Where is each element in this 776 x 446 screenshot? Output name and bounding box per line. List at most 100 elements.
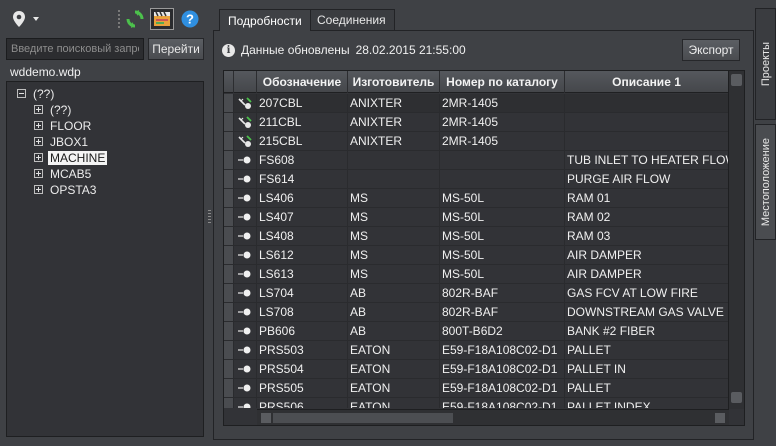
row-select-cell[interactable] bbox=[224, 113, 234, 131]
expand-icon[interactable] bbox=[34, 153, 43, 162]
go-button[interactable]: Перейти bbox=[148, 38, 204, 60]
cell-catalog: MS-50L bbox=[440, 265, 565, 283]
refresh-button[interactable] bbox=[124, 8, 146, 30]
header-select-cell[interactable] bbox=[224, 71, 234, 93]
cell-catalog: E59-F18A108C02-D1 bbox=[440, 360, 565, 378]
cell-tag: 215CBL bbox=[257, 132, 348, 150]
table-row[interactable]: LS708 AB 802R-BAF DOWNSTREAM GAS VALVE bbox=[224, 303, 729, 322]
info-icon: i bbox=[222, 43, 235, 57]
cell-manufacturer: AB bbox=[348, 322, 440, 340]
table-row[interactable]: LS407 MS MS-50L RAM 02 bbox=[224, 208, 729, 227]
left-toolbar: ? bbox=[0, 0, 206, 36]
table-row[interactable]: PRS505 EATON E59-F18A108C02-D1 PALLET bbox=[224, 379, 729, 398]
tree-item[interactable]: MCAB5 bbox=[34, 166, 91, 181]
table-row[interactable]: LS704 AB 802R-BAF GAS FCV AT LOW FIRE bbox=[224, 284, 729, 303]
row-select-cell[interactable] bbox=[224, 227, 234, 245]
column-header-description[interactable]: Описание 1 bbox=[565, 71, 729, 93]
tree-item-selected[interactable]: MACHINE bbox=[34, 150, 108, 165]
device-icon bbox=[234, 341, 257, 359]
expand-icon[interactable] bbox=[34, 169, 43, 178]
pane-splitter[interactable] bbox=[206, 0, 213, 446]
table-row[interactable]: LS612 MS MS-50L AIR DAMPER bbox=[224, 246, 729, 265]
cell-manufacturer: AB bbox=[348, 303, 440, 321]
expand-icon[interactable] bbox=[34, 121, 43, 130]
project-manager-button[interactable] bbox=[150, 8, 174, 30]
expand-icon[interactable] bbox=[34, 105, 43, 114]
tree-item[interactable]: FLOOR bbox=[34, 118, 91, 133]
header-icon-cell bbox=[234, 71, 257, 93]
tab-connections[interactable]: Соединения bbox=[308, 9, 395, 30]
tree-item[interactable]: JBOX1 bbox=[34, 134, 88, 149]
tree-item-label: (??) bbox=[33, 86, 55, 101]
table-row[interactable]: 215CBL ANIXTER 2MR-1405 bbox=[224, 132, 729, 151]
location-tree: (??) (??) FLOOR JBOX1 MACHINE MCAB5 OPST… bbox=[6, 81, 204, 437]
vertical-scrollbar[interactable] bbox=[728, 71, 744, 409]
table-row[interactable]: LS406 MS MS-50L RAM 01 bbox=[224, 189, 729, 208]
cell-description: TUB INLET TO HEATER FLOW bbox=[567, 151, 729, 169]
cell-tag: PRS506 bbox=[257, 398, 348, 408]
cell-description: AIR DAMPER bbox=[565, 246, 729, 264]
expand-icon[interactable] bbox=[34, 185, 43, 194]
column-header-tag[interactable]: Обозначение bbox=[257, 71, 348, 93]
update-status: i Данные обновлены 28.02.2015 21:55:00 bbox=[222, 41, 466, 59]
cell-description: RAM 01 bbox=[565, 189, 729, 207]
row-select-cell[interactable] bbox=[224, 379, 234, 397]
tree-item[interactable]: (??) bbox=[34, 102, 71, 117]
collapse-icon[interactable] bbox=[17, 89, 26, 98]
row-select-cell[interactable] bbox=[224, 341, 234, 359]
table-row[interactable]: 211CBL ANIXTER 2MR-1405 bbox=[224, 113, 729, 132]
horizontal-scrollbar[interactable] bbox=[257, 409, 729, 425]
side-tab-label: Проекты bbox=[759, 41, 772, 87]
cell-manufacturer: MS bbox=[348, 246, 440, 264]
scroll-thumb[interactable] bbox=[731, 74, 742, 86]
location-filter-button[interactable] bbox=[12, 8, 42, 30]
scroll-right-icon[interactable] bbox=[715, 413, 725, 423]
svg-text:?: ? bbox=[186, 12, 194, 27]
cell-tag: 207CBL bbox=[257, 94, 348, 112]
row-select-cell[interactable] bbox=[224, 246, 234, 264]
row-select-cell[interactable] bbox=[224, 265, 234, 283]
row-select-cell[interactable] bbox=[224, 151, 234, 169]
scroll-left-icon[interactable] bbox=[261, 413, 271, 423]
table-row[interactable]: FS614 PURGE AIR FLOW bbox=[224, 170, 729, 189]
table-row[interactable]: PB606 AB 800T-B6D2 BANK #2 FIBER bbox=[224, 322, 729, 341]
row-select-cell[interactable] bbox=[224, 94, 234, 112]
row-select-cell[interactable] bbox=[224, 170, 234, 188]
row-select-cell[interactable] bbox=[224, 284, 234, 302]
side-tab-projects[interactable]: Проекты bbox=[755, 8, 776, 120]
help-button[interactable]: ? bbox=[180, 8, 200, 30]
tree-item[interactable]: (??) bbox=[17, 86, 54, 101]
expand-icon[interactable] bbox=[34, 137, 43, 146]
row-select-cell[interactable] bbox=[224, 322, 234, 340]
table-row[interactable]: LS613 MS MS-50L AIR DAMPER bbox=[224, 265, 729, 284]
row-select-cell[interactable] bbox=[224, 132, 234, 150]
row-select-cell[interactable] bbox=[224, 398, 234, 408]
wire-icon bbox=[234, 132, 257, 150]
scroll-thumb[interactable] bbox=[273, 413, 453, 423]
row-select-cell[interactable] bbox=[224, 360, 234, 378]
search-input[interactable] bbox=[6, 38, 144, 60]
column-header-manufacturer[interactable]: Изготовитель bbox=[348, 71, 440, 93]
table-row[interactable]: PRS506 EATON E59-F18A108C02-D1 PALLET INDEX bbox=[224, 398, 729, 408]
row-select-cell[interactable] bbox=[224, 189, 234, 207]
table-row[interactable]: PRS503 EATON E59-F18A108C02-D1 PALLET bbox=[224, 341, 729, 360]
export-button[interactable]: Экспорт bbox=[682, 39, 740, 61]
row-select-cell[interactable] bbox=[224, 303, 234, 321]
device-icon bbox=[234, 303, 257, 321]
table-row[interactable]: LS408 MS MS-50L RAM 03 bbox=[224, 227, 729, 246]
column-header-catalog[interactable]: Номер по каталогу bbox=[440, 71, 565, 93]
row-select-cell[interactable] bbox=[224, 208, 234, 226]
left-pane: ? Перейти wddemo.wdp (??) (??) FLOOR JBO… bbox=[0, 0, 206, 446]
table-row[interactable]: FS608 TUB INLET TO HEATER FLOW bbox=[224, 151, 729, 170]
tab-details[interactable]: Подробности bbox=[219, 9, 311, 31]
scroll-down-icon[interactable] bbox=[731, 392, 742, 403]
cell-tag: FS608 bbox=[257, 151, 348, 169]
tree-item[interactable]: OPSTA3 bbox=[34, 182, 96, 197]
cell-manufacturer: EATON bbox=[348, 379, 440, 397]
side-tab-label: Местоположение bbox=[759, 137, 772, 227]
side-tab-location[interactable]: Местоположение bbox=[755, 124, 776, 240]
cell-manufacturer: MS bbox=[348, 208, 440, 226]
grid-body: 207CBL ANIXTER 2MR-1405 211CBL ANIXTER 2MR-14… bbox=[224, 94, 729, 408]
table-row[interactable]: PRS504 EATON E59-F18A108C02-D1 PALLET IN bbox=[224, 360, 729, 379]
table-row[interactable]: 207CBL ANIXTER 2MR-1405 bbox=[224, 94, 729, 113]
